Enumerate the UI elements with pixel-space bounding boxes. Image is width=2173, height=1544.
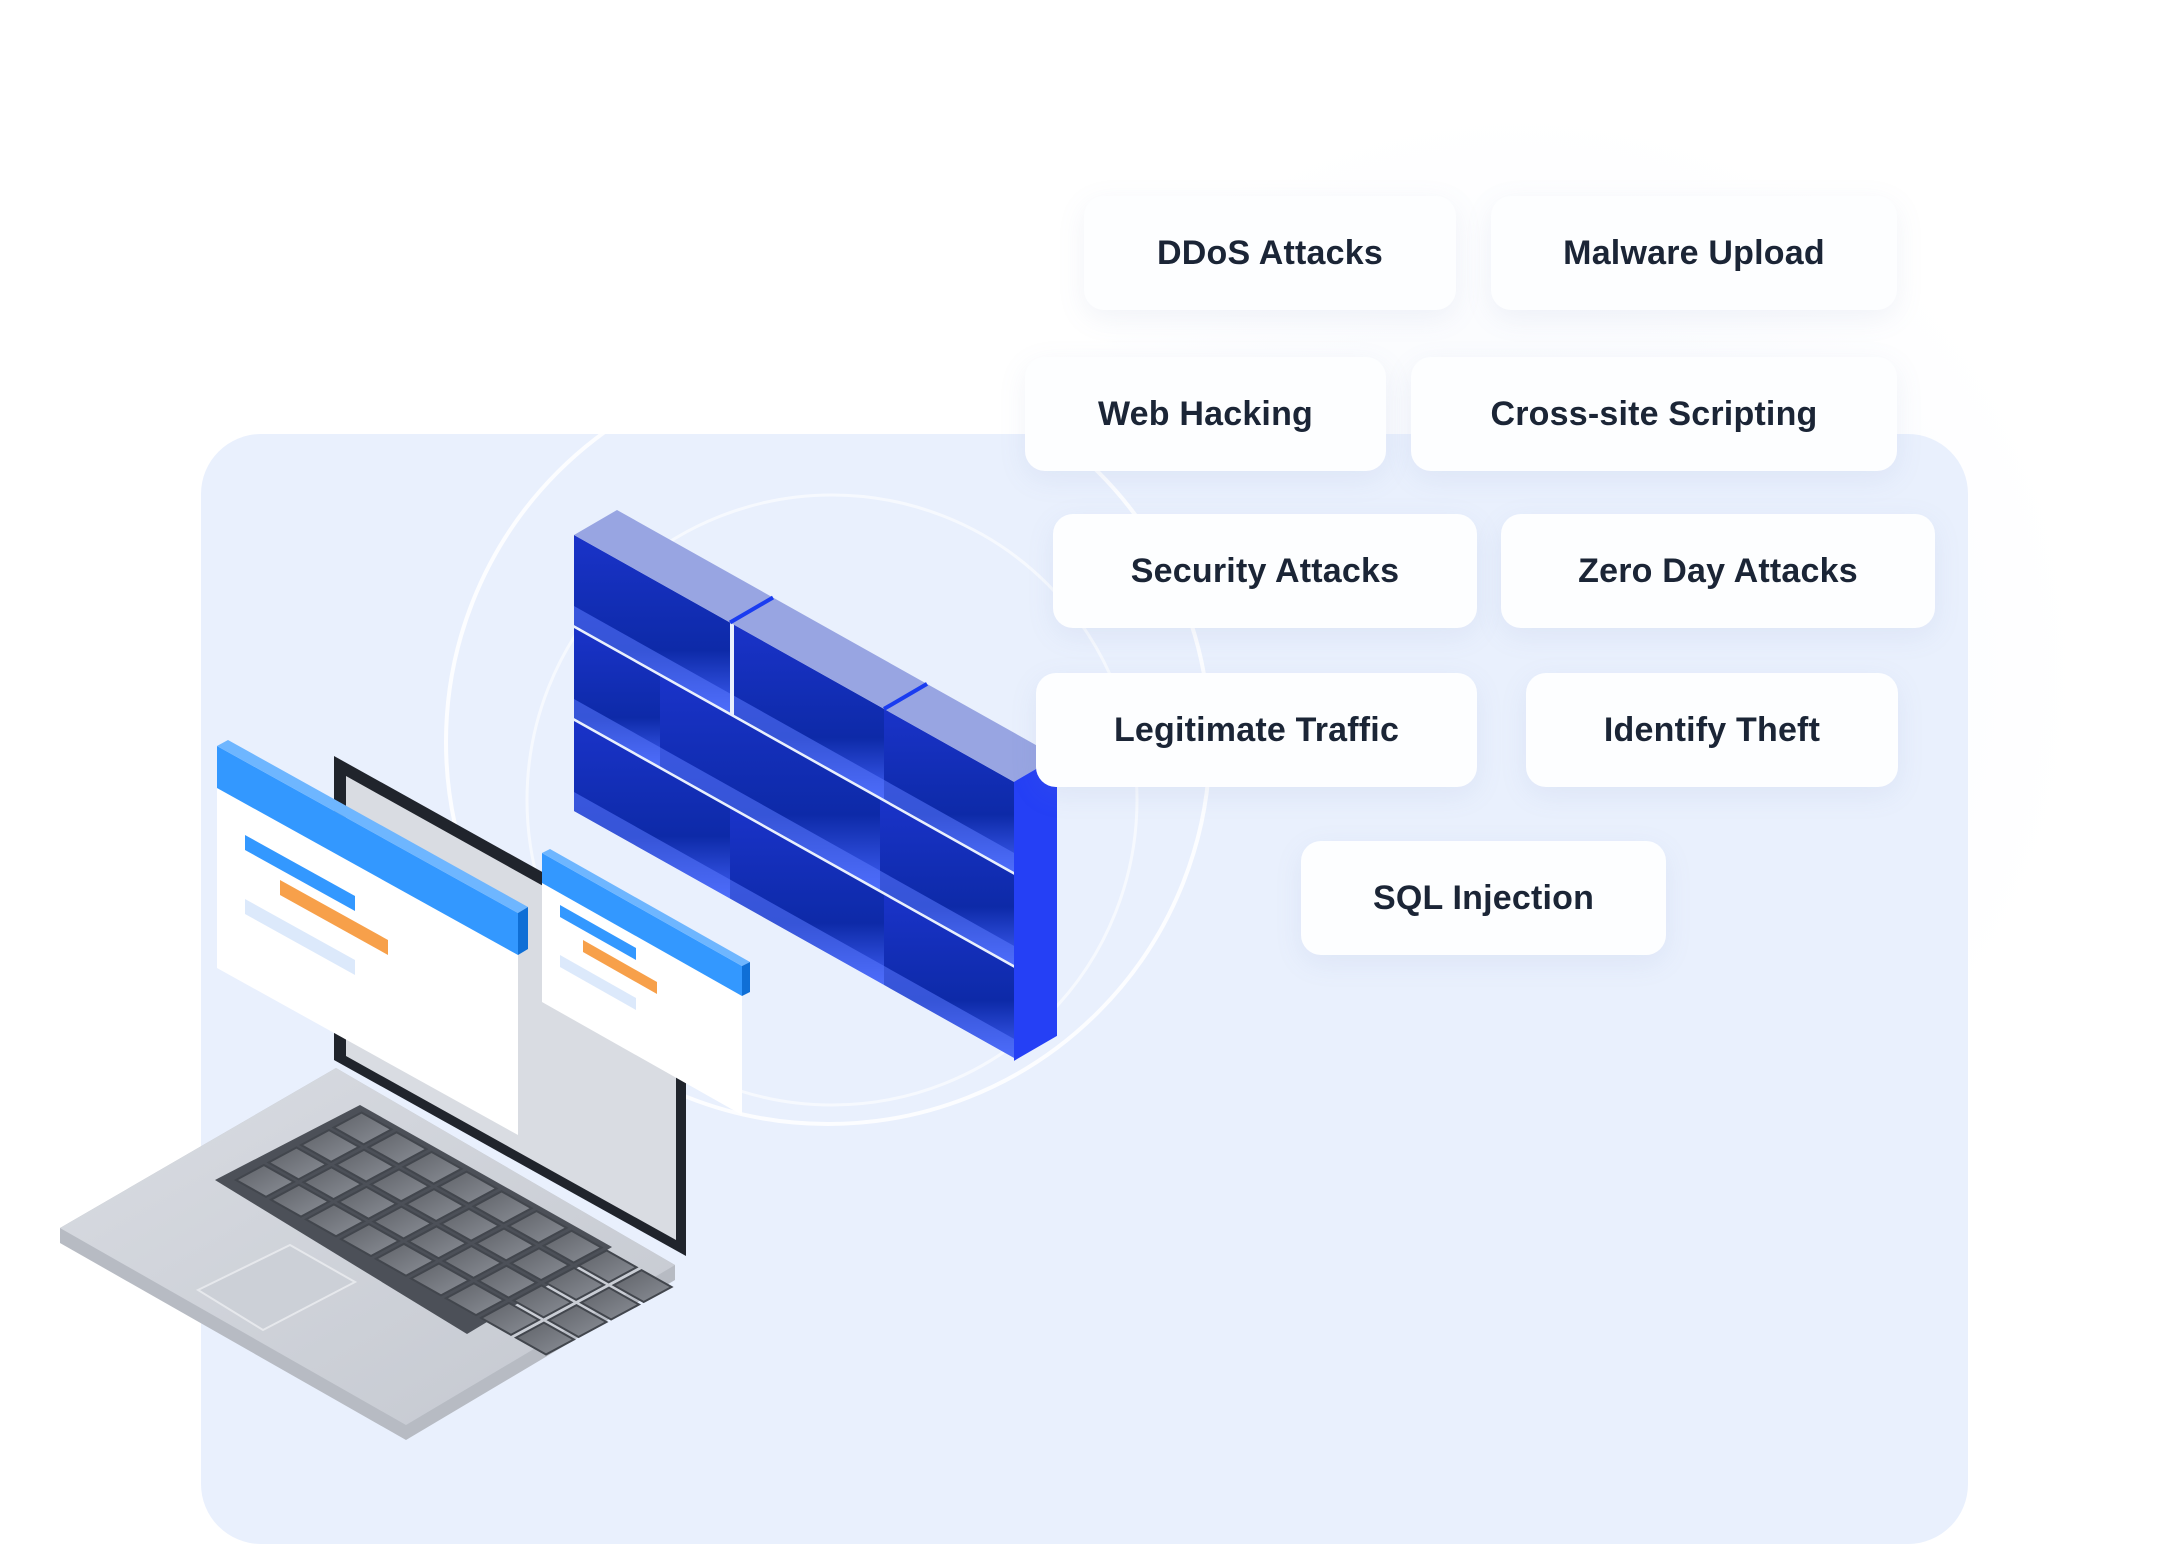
illustration-stage: DDoS Attacks Malware Upload Web Hacking … [0, 0, 2173, 1544]
threat-card-label: Cross-site Scripting [1490, 394, 1818, 433]
threat-card-identify-theft: Identify Theft [1526, 673, 1898, 787]
threat-card-label: Security Attacks [1130, 551, 1400, 590]
threat-card-security-attacks: Security Attacks [1053, 514, 1477, 628]
threat-card-label: Identify Theft [1603, 710, 1821, 749]
threat-card-sql-injection: SQL Injection [1301, 841, 1666, 955]
window-header-side [518, 907, 528, 955]
threat-card-label: Zero Day Attacks [1578, 551, 1858, 590]
threat-card-label: Web Hacking [1097, 394, 1314, 433]
firewall-side-face [1014, 756, 1057, 1061]
threat-card-cross-site-scripting: Cross-site Scripting [1411, 357, 1897, 471]
threat-card-label: SQL Injection [1372, 878, 1595, 917]
threat-card-web-hacking: Web Hacking [1025, 357, 1386, 471]
threat-card-malware-upload: Malware Upload [1491, 196, 1897, 310]
threat-card-label: Legitimate Traffic [1113, 710, 1400, 749]
threat-card-zero-day-attacks: Zero Day Attacks [1501, 514, 1935, 628]
window-header-side [742, 962, 750, 996]
threat-card-legitimate-traffic: Legitimate Traffic [1036, 673, 1477, 787]
threat-card-label: Malware Upload [1563, 233, 1825, 272]
threat-card-ddos-attacks: DDoS Attacks [1084, 196, 1456, 310]
threat-card-label: DDoS Attacks [1157, 233, 1383, 272]
